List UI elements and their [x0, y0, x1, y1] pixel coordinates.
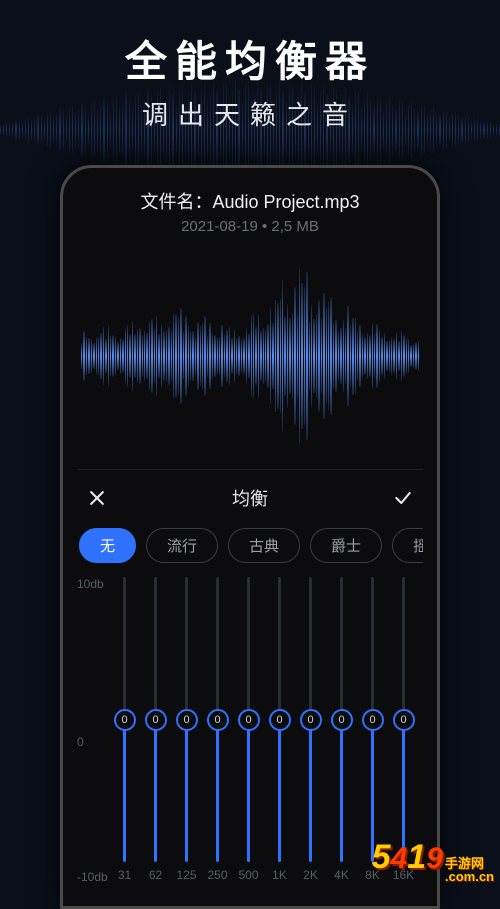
preset-1[interactable]: 流行 — [146, 528, 218, 563]
wm-digit: 4 — [391, 842, 408, 876]
eq-slider-track[interactable]: 0 — [278, 577, 281, 862]
file-meta: 2021-08-19 • 2,5 MB — [77, 218, 423, 235]
promo-header: 全能均衡器 调出天籁之音 — [0, 0, 500, 132]
watermark-logo: 5 4 1 9 手游网 .com.cn — [372, 838, 494, 883]
file-date: 2021-08-19 — [181, 218, 258, 235]
eq-slider-track[interactable]: 0 — [185, 577, 188, 862]
eq-band-1K: 0 1K — [266, 577, 293, 884]
eq-slider-thumb[interactable]: 0 — [269, 709, 291, 731]
eq-slider-thumb[interactable]: 0 — [114, 709, 136, 731]
preset-0[interactable]: 无 — [79, 528, 136, 563]
meta-separator: • — [258, 218, 272, 235]
file-name: Audio Project.mp3 — [212, 192, 359, 212]
confirm-button[interactable] — [389, 484, 417, 512]
eq-slider-track[interactable]: 0 — [216, 577, 219, 862]
eq-slider-track[interactable]: 0 — [154, 577, 157, 862]
eq-band-2K: 0 2K — [297, 577, 324, 884]
eq-freq-label: 500 — [238, 868, 258, 884]
eq-slider-thumb[interactable]: 0 — [176, 709, 198, 731]
eq-freq-label: 4K — [334, 868, 349, 884]
wm-digit: 5 — [372, 838, 391, 877]
y-axis-bot: -10db — [77, 870, 108, 884]
wm-digit: 9 — [426, 842, 443, 876]
eq-freq-label: 1K — [272, 868, 287, 884]
eq-band-500: 0 500 — [235, 577, 262, 884]
eq-slider-thumb[interactable]: 0 — [362, 709, 384, 731]
eq-slider-thumb[interactable]: 0 — [331, 709, 353, 731]
eq-slider-track[interactable]: 0 — [340, 577, 343, 862]
eq-slider-track[interactable]: 0 — [247, 577, 250, 862]
eq-panel-header: 均衡 — [77, 469, 423, 522]
eq-slider-thumb[interactable]: 0 — [145, 709, 167, 731]
eq-freq-label: 62 — [149, 868, 162, 884]
phone-frame: 文件名：Audio Project.mp3 2021-08-19 • 2,5 M… — [60, 165, 440, 909]
page-title: 全能均衡器 — [0, 28, 500, 89]
preset-row: 无流行古典爵士摇滚 — [77, 522, 423, 577]
eq-slider-thumb[interactable]: 0 — [300, 709, 322, 731]
eq-band-125: 0 125 — [173, 577, 200, 884]
eq-band-31: 0 31 — [111, 577, 138, 884]
eq-freq-label: 250 — [207, 868, 227, 884]
eq-band-62: 0 62 — [142, 577, 169, 884]
preset-4[interactable]: 摇滚 — [392, 528, 423, 563]
close-button[interactable] — [83, 484, 111, 512]
eq-slider-track[interactable]: 0 — [402, 577, 405, 862]
preset-2[interactable]: 古典 — [228, 528, 300, 563]
audio-waveform[interactable] — [77, 251, 423, 461]
eq-slider-thumb[interactable]: 0 — [207, 709, 229, 731]
file-label: 文件名： — [140, 192, 212, 212]
wm-side-bot: .com.cn — [445, 870, 494, 883]
eq-slider-track[interactable]: 0 — [309, 577, 312, 862]
file-name-line: 文件名：Audio Project.mp3 — [77, 188, 423, 214]
wm-digit: 1 — [407, 838, 426, 877]
close-icon — [87, 488, 107, 508]
panel-title: 均衡 — [232, 485, 268, 511]
eq-freq-label: 125 — [176, 868, 196, 884]
y-axis-mid: 0 — [77, 735, 84, 749]
y-axis-top: 10db — [77, 577, 104, 591]
eq-slider-thumb[interactable]: 0 — [238, 709, 260, 731]
eq-band-4K: 0 4K — [328, 577, 355, 884]
eq-freq-label: 2K — [303, 868, 318, 884]
file-size: 2,5 MB — [271, 218, 319, 235]
eq-band-250: 0 250 — [204, 577, 231, 884]
eq-slider-track[interactable]: 0 — [371, 577, 374, 862]
page-subtitle: 调出天籁之音 — [0, 95, 500, 132]
eq-freq-label: 31 — [118, 868, 131, 884]
eq-slider-thumb[interactable]: 0 — [393, 709, 415, 731]
eq-slider-track[interactable]: 0 — [123, 577, 126, 862]
check-icon — [393, 488, 413, 508]
preset-3[interactable]: 爵士 — [310, 528, 382, 563]
